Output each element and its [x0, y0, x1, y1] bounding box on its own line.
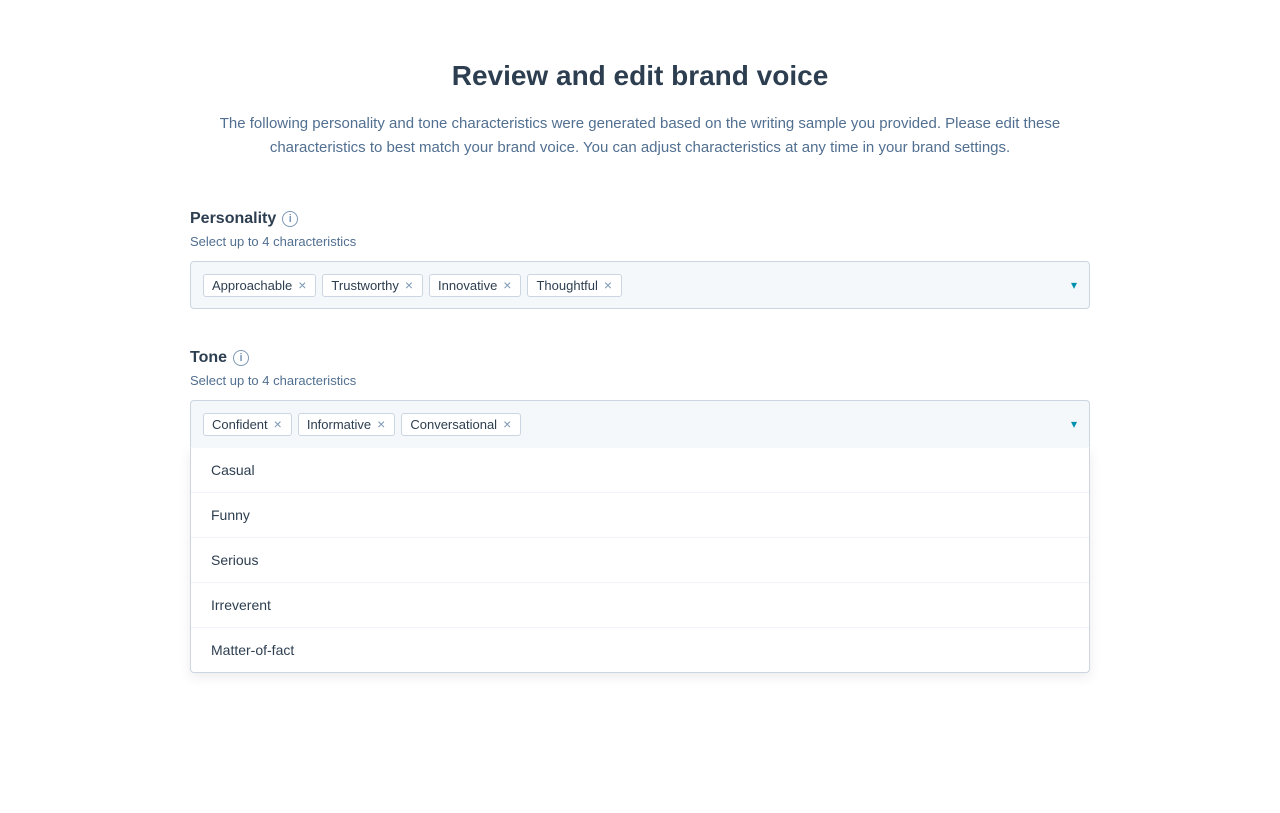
tone-section: Tone i Select up to 4 characteristics Co… [190, 349, 1090, 673]
dropdown-item-funny[interactable]: Funny [191, 493, 1089, 538]
tone-info-icon[interactable]: i [233, 350, 249, 366]
tone-multiselect[interactable]: Confident × Informative × Conversational… [190, 400, 1090, 448]
page-description: The following personality and tone chara… [190, 112, 1090, 160]
page-title: Review and edit brand voice [190, 60, 1090, 92]
dropdown-item-serious[interactable]: Serious [191, 538, 1089, 583]
tone-dropdown-menu: Casual Funny Serious Irreverent Matter-o… [190, 448, 1090, 673]
tag-conversational-label: Conversational [410, 417, 497, 432]
personality-multiselect[interactable]: Approachable × Trustworthy × Innovative … [190, 261, 1090, 309]
tag-confident-label: Confident [212, 417, 268, 432]
personality-section: Personality i Select up to 4 characteris… [190, 210, 1090, 309]
personality-chevron-icon: ▾ [1071, 278, 1077, 292]
tag-innovative: Innovative × [429, 274, 521, 297]
tag-approachable: Approachable × [203, 274, 316, 297]
tag-thoughtful: Thoughtful × [527, 274, 622, 297]
tag-conversational-remove[interactable]: × [502, 417, 512, 431]
personality-hint: Select up to 4 characteristics [190, 234, 1090, 249]
tag-trustworthy: Trustworthy × [322, 274, 423, 297]
tag-informative: Informative × [298, 413, 396, 436]
tag-informative-label: Informative [307, 417, 371, 432]
tag-thoughtful-label: Thoughtful [536, 278, 597, 293]
personality-label: Personality [190, 210, 276, 228]
tag-innovative-label: Innovative [438, 278, 497, 293]
dropdown-item-irreverent[interactable]: Irreverent [191, 583, 1089, 628]
tag-trustworthy-remove[interactable]: × [404, 278, 414, 292]
tag-approachable-label: Approachable [212, 278, 292, 293]
page-container: Review and edit brand voice The followin… [150, 0, 1130, 773]
personality-info-icon[interactable]: i [282, 211, 298, 227]
tone-hint: Select up to 4 characteristics [190, 373, 1090, 388]
tone-label: Tone [190, 349, 227, 367]
tag-confident: Confident × [203, 413, 292, 436]
tag-informative-remove[interactable]: × [376, 417, 386, 431]
personality-section-header: Personality i [190, 210, 1090, 228]
tag-approachable-remove[interactable]: × [297, 278, 307, 292]
tag-conversational: Conversational × [401, 413, 521, 436]
tone-chevron-icon: ▾ [1071, 417, 1077, 431]
dropdown-item-casual[interactable]: Casual [191, 448, 1089, 493]
tag-confident-remove[interactable]: × [273, 417, 283, 431]
tag-trustworthy-label: Trustworthy [331, 278, 398, 293]
tag-innovative-remove[interactable]: × [502, 278, 512, 292]
tag-thoughtful-remove[interactable]: × [603, 278, 613, 292]
tone-section-header: Tone i [190, 349, 1090, 367]
dropdown-item-matter-of-fact[interactable]: Matter-of-fact [191, 628, 1089, 672]
